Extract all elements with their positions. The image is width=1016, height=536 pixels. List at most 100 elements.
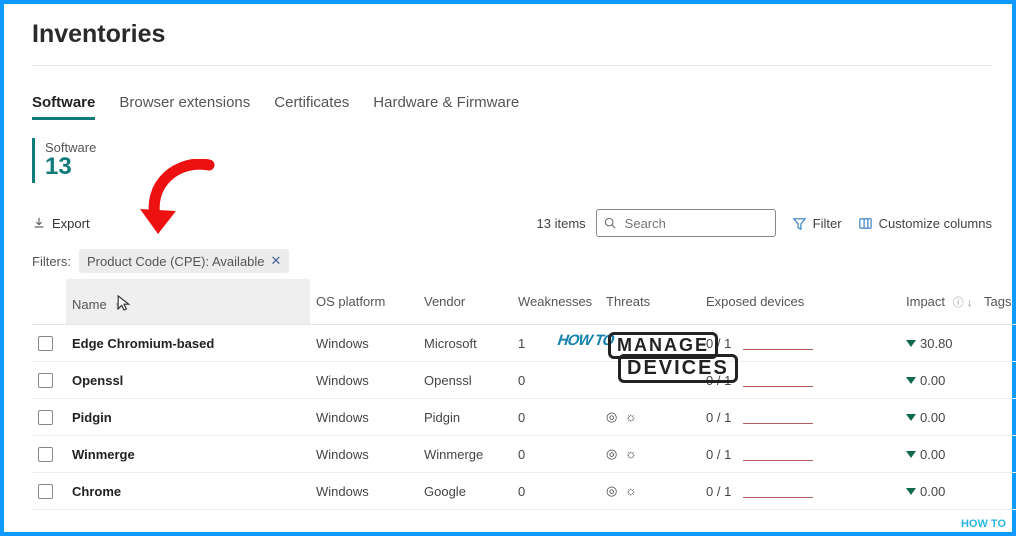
customize-columns-button[interactable]: Customize columns [858,216,992,231]
filter-chip-close-icon[interactable]: ✕ [271,253,282,269]
row-vendor: Google [418,473,512,510]
row-exposed: 0 / 1 [700,473,900,510]
row-weaknesses: 0 [512,399,600,436]
filter-chip-text: Product Code (CPE): Available [87,254,265,269]
divider [32,65,992,66]
row-vendor: Winmerge [418,436,512,473]
filter-label: Filter [813,216,842,231]
row-weaknesses: 0 [512,436,600,473]
row-checkbox[interactable] [38,410,53,425]
sparkline-icon [743,410,813,424]
caret-down-icon [906,340,916,347]
page-title: Inventories [32,20,992,49]
row-tags [978,399,1016,436]
export-button[interactable]: Export [32,216,90,231]
row-name: Openssl [72,373,123,388]
row-threats: ◎ ☼ [600,473,700,510]
sparkline-icon [743,484,813,498]
sort-icon: ↑ [114,300,120,312]
row-tags [978,362,1016,399]
row-name: Chrome [72,484,121,499]
row-threats [600,362,700,399]
table-row[interactable]: OpensslWindowsOpenssl00 / 10.00 [32,362,1016,399]
filters-label: Filters: [32,254,71,269]
tab-certificates[interactable]: Certificates [274,94,349,120]
row-exposed: 0 / 1 [700,362,900,399]
row-os: Windows [310,473,418,510]
software-table: Name ↑ OS platform Vendor Weaknesses Thr… [32,279,1016,510]
customize-columns-label: Customize columns [879,216,992,231]
table-row[interactable]: Chrome WindowsGoogle0◎ ☼0 / 10.00 [32,473,1016,510]
column-checkbox [32,279,66,325]
row-impact: 0.00 [900,362,978,399]
column-impact-label: Impact [906,294,945,309]
column-weaknesses[interactable]: Weaknesses [512,279,600,325]
table-header-row: Name ↑ OS platform Vendor Weaknesses Thr… [32,279,1016,325]
row-checkbox[interactable] [38,336,53,351]
filter-icon [792,216,807,231]
search-icon [603,216,617,230]
filter-button[interactable]: Filter [792,216,842,231]
column-name-label: Name [72,297,107,312]
row-name: Winmerge [72,447,135,462]
caret-down-icon [906,451,916,458]
row-tags [978,436,1016,473]
row-os: Windows [310,436,418,473]
info-icon: ⓘ ↓ [953,297,973,309]
columns-icon [858,216,873,231]
row-threats: ◎ ☼ [600,436,700,473]
table-row[interactable]: PidginWindowsPidgin0◎ ☼0 / 10.00 [32,399,1016,436]
row-checkbox[interactable] [38,484,53,499]
filter-row: Filters: Product Code (CPE): Available ✕ [32,249,992,273]
search-input[interactable] [623,215,803,232]
row-name: Pidgin [72,410,112,425]
tabs: Software Browser extensions Certificates… [32,94,992,120]
items-count: 13 items [537,216,586,231]
toolbar: Export 13 items Filter Customize columns [32,209,992,237]
tab-hardware-firmware[interactable]: Hardware & Firmware [373,94,519,120]
row-impact: 0.00 [900,436,978,473]
row-tags [978,473,1016,510]
sparkline-icon [743,336,813,350]
caret-down-icon [906,377,916,384]
cursor-icon [117,294,131,312]
column-name[interactable]: Name ↑ [66,279,310,325]
caret-down-icon [906,414,916,421]
row-os: Windows [310,325,418,362]
sparkline-icon [743,447,813,461]
corner-watermark: HOW TO [961,518,1006,530]
row-exposed: 0 / 1 [700,325,900,362]
row-impact: 0.00 [900,473,978,510]
row-checkbox[interactable] [38,447,53,462]
column-impact[interactable]: Impact ⓘ ↓ [900,279,978,325]
row-weaknesses: 1 [512,325,600,362]
table-row[interactable]: Edge Chromium-based WindowsMicrosoft1 0 / … [32,325,1016,362]
export-label: Export [52,216,90,231]
column-threats[interactable]: Threats [600,279,700,325]
column-vendor[interactable]: Vendor [418,279,512,325]
row-exposed: 0 / 1 [700,436,900,473]
tab-software[interactable]: Software [32,94,95,120]
row-weaknesses: 0 [512,473,600,510]
row-vendor: Microsoft [418,325,512,362]
filter-chip-cpe[interactable]: Product Code (CPE): Available ✕ [79,249,289,273]
row-name: Edge Chromium-based [72,336,214,351]
sparkline-icon [743,373,813,387]
row-threats [600,325,700,362]
row-impact: 0.00 [900,399,978,436]
row-os: Windows [310,399,418,436]
row-tags [978,325,1016,362]
row-exposed: 0 / 1 [700,399,900,436]
column-tags[interactable]: Tags [978,279,1016,325]
column-exposed[interactable]: Exposed devices [700,279,900,325]
tab-browser-extensions[interactable]: Browser extensions [119,94,250,120]
table-row[interactable]: WinmergeWindowsWinmerge0◎ ☼0 / 10.00 [32,436,1016,473]
row-os: Windows [310,362,418,399]
caret-down-icon [906,488,916,495]
row-vendor: Pidgin [418,399,512,436]
download-icon [32,216,46,230]
column-os[interactable]: OS platform [310,279,418,325]
search-box[interactable] [596,209,776,237]
stat-software: Software 13 [32,138,96,183]
row-checkbox[interactable] [38,373,53,388]
